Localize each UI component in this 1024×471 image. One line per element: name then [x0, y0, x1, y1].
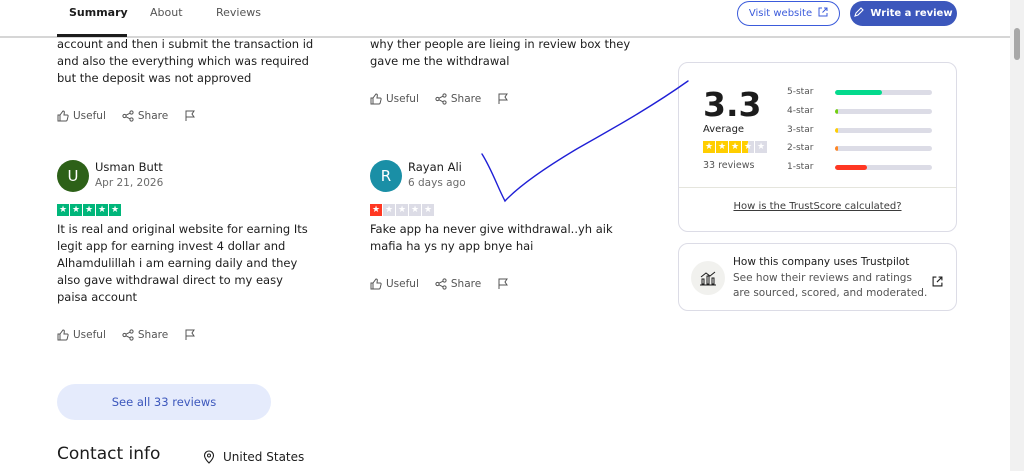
- share-button[interactable]: Share: [122, 110, 168, 122]
- avatar[interactable]: U: [57, 160, 89, 192]
- report-flag-button[interactable]: [184, 329, 196, 341]
- share-button[interactable]: Share: [435, 93, 481, 105]
- distribution-fill: [835, 164, 867, 170]
- avatar[interactable]: R: [370, 160, 402, 192]
- share-icon: [435, 93, 447, 105]
- reviewer-name[interactable]: Rayan Ali: [408, 160, 462, 174]
- distribution-row-2-star[interactable]: 2-star: [787, 143, 932, 153]
- distribution-fill: [835, 145, 838, 151]
- star-icon: ★: [422, 204, 434, 216]
- review-actions: Useful Share: [57, 329, 196, 341]
- star-icon: ★: [396, 204, 408, 216]
- visit-website-label: Visit website: [748, 8, 813, 19]
- chart-icon: [691, 261, 725, 295]
- star-icon: ★: [729, 141, 741, 153]
- flag-icon: [498, 93, 509, 104]
- star-icon: ★: [409, 204, 421, 216]
- trustscore-calculation-link[interactable]: How is the TrustScore calculated?: [679, 201, 956, 212]
- trustscore-card: 3.3 Average ★ ★ ★ ★ ★ 33 reviews 5-star …: [678, 62, 957, 232]
- star-icon: ★: [83, 204, 95, 216]
- review-actions: Useful Share: [370, 278, 509, 290]
- useful-button[interactable]: Useful: [57, 329, 106, 341]
- star-icon: ★: [383, 204, 395, 216]
- star-icon: ★: [716, 141, 728, 153]
- contact-location: United States: [203, 450, 304, 464]
- review-text-top-right: why ther people are lieing in review box…: [370, 37, 631, 68]
- distribution-bar: [835, 164, 932, 170]
- trustscore-stars: ★ ★ ★ ★ ★: [703, 141, 767, 153]
- distribution-fill: [835, 89, 882, 95]
- useful-button[interactable]: Useful: [370, 278, 419, 290]
- page-scrollbar[interactable]: [1010, 0, 1024, 471]
- distribution-bar: [835, 127, 932, 133]
- report-flag-button[interactable]: [497, 278, 509, 290]
- trustscore-label: Average: [703, 124, 745, 135]
- external-link-icon: [818, 7, 828, 20]
- report-flag-button[interactable]: [497, 93, 509, 105]
- divider: [679, 187, 956, 188]
- distribution-row-5-star[interactable]: 5-star: [787, 87, 932, 97]
- report-flag-button[interactable]: [184, 110, 196, 122]
- distribution-bar: [835, 108, 932, 114]
- useful-button[interactable]: Useful: [57, 110, 106, 122]
- star-rating: ★ ★ ★ ★ ★: [370, 204, 434, 216]
- tab-about[interactable]: About: [150, 6, 183, 19]
- distribution-bar: [835, 145, 932, 151]
- company-uses-trustpilot-card[interactable]: How this company uses Trustpilot See how…: [678, 243, 957, 311]
- uses-description: See how their reviews and ratings are so…: [733, 272, 928, 299]
- distribution-fill: [835, 108, 838, 114]
- uses-title: How this company uses Trustpilot: [733, 256, 910, 268]
- visit-website-button[interactable]: Visit website: [737, 1, 840, 26]
- star-icon: ★: [370, 204, 382, 216]
- review-text-top-left: account and then i submit the transactio…: [57, 37, 314, 85]
- top-nav: Summary About Reviews Visit website Writ…: [0, 0, 1010, 38]
- write-review-button[interactable]: Write a review: [850, 1, 957, 26]
- share-icon: [435, 278, 447, 290]
- flag-icon: [185, 329, 196, 340]
- star-icon: ★: [70, 204, 82, 216]
- review-actions: Useful Share: [370, 93, 509, 105]
- flag-icon: [185, 110, 196, 121]
- distribution-row-1-star[interactable]: 1-star: [787, 162, 932, 172]
- review-actions: Useful Share: [57, 110, 196, 122]
- thumbs-up-icon: [57, 110, 69, 122]
- useful-button[interactable]: Useful: [370, 93, 419, 105]
- contact-info-heading: Contact info: [57, 444, 161, 464]
- thumbs-up-icon: [370, 278, 382, 290]
- distribution-row-4-star[interactable]: 4-star: [787, 106, 932, 116]
- pencil-icon: [854, 7, 865, 20]
- star-icon: ★: [703, 141, 715, 153]
- thumbs-up-icon: [370, 93, 382, 105]
- scrollbar-thumb[interactable]: [1014, 28, 1020, 60]
- location-pin-icon: [203, 450, 215, 464]
- distribution-bar: [835, 89, 932, 95]
- star-icon: ★: [742, 141, 754, 153]
- review-text: Fake app ha never give withdrawal..yh ai…: [370, 222, 613, 253]
- share-icon: [122, 110, 134, 122]
- share-icon: [122, 329, 134, 341]
- star-rating: ★ ★ ★ ★ ★: [57, 204, 121, 216]
- star-icon: ★: [755, 141, 767, 153]
- share-button[interactable]: Share: [435, 278, 481, 290]
- star-icon: ★: [57, 204, 69, 216]
- review-count: 33 reviews: [703, 160, 755, 171]
- external-link-icon[interactable]: [932, 272, 943, 291]
- star-icon: ★: [96, 204, 108, 216]
- tab-summary[interactable]: Summary: [69, 6, 128, 19]
- reviewer-name[interactable]: Usman Butt: [95, 160, 163, 174]
- review-text: It is real and original website for earn…: [57, 222, 308, 304]
- tab-reviews[interactable]: Reviews: [216, 6, 261, 19]
- distribution-row-3-star[interactable]: 3-star: [787, 125, 932, 135]
- write-review-label: Write a review: [870, 8, 953, 19]
- distribution-fill: [835, 127, 838, 133]
- trustscore-value: 3.3: [703, 85, 762, 124]
- star-icon: ★: [109, 204, 121, 216]
- see-all-reviews-button[interactable]: See all 33 reviews: [57, 384, 271, 420]
- review-date: Apr 21, 2026: [95, 177, 164, 189]
- review-date: 6 days ago: [408, 177, 466, 189]
- share-button[interactable]: Share: [122, 329, 168, 341]
- flag-icon: [498, 278, 509, 289]
- thumbs-up-icon: [57, 329, 69, 341]
